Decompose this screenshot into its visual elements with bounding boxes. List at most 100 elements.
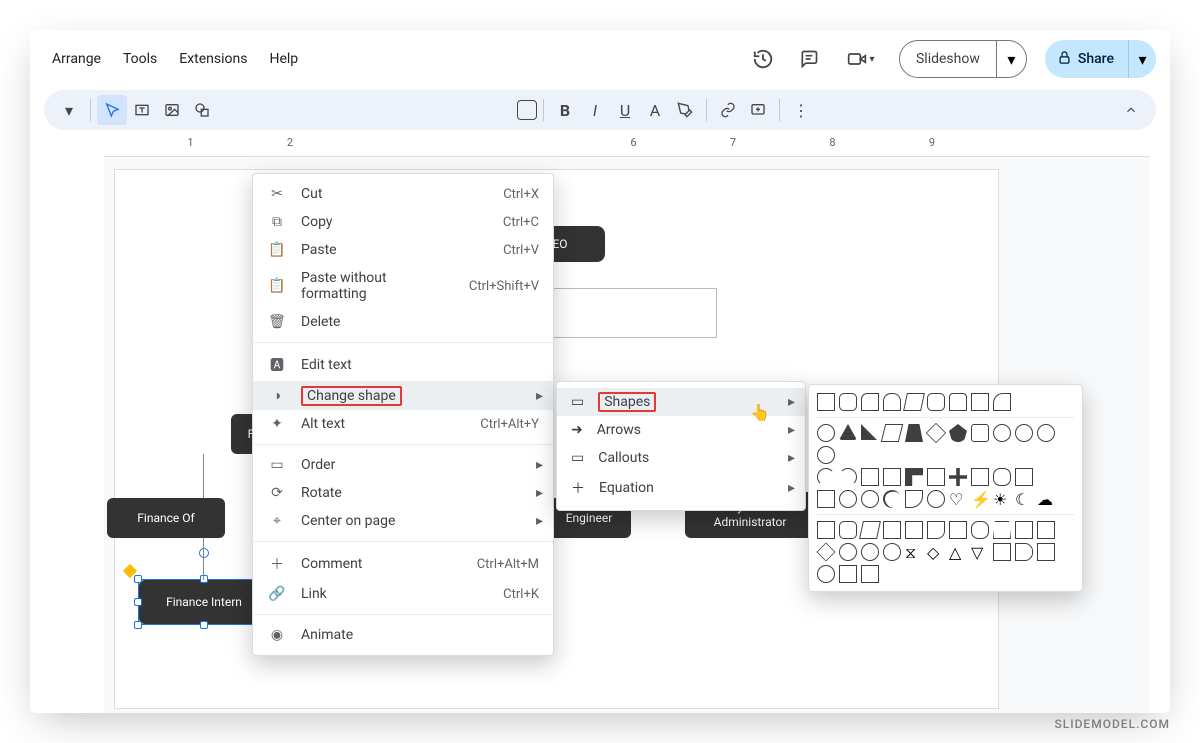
italic-icon[interactable]: I (580, 95, 610, 125)
shape-parallelogram-2[interactable] (881, 424, 903, 442)
slideshow-button[interactable]: Slideshow (900, 41, 996, 77)
shape-flow-connector[interactable] (839, 543, 857, 561)
shape-flow-manual-op[interactable] (993, 521, 1011, 539)
shape-plus[interactable] (949, 468, 967, 486)
ctx-change-shape[interactable]: ◑ Change shape ▸ (253, 381, 553, 410)
bold-icon[interactable]: B (550, 95, 580, 125)
shape-triangle[interactable] (839, 424, 857, 442)
shape-flow-delay[interactable] (1015, 543, 1033, 561)
shape-diamond[interactable] (926, 423, 946, 443)
shape-flow-terminator[interactable] (971, 521, 989, 539)
shape-pentagon[interactable] (949, 424, 967, 442)
ctx-edit-text[interactable]: 🅰 Edit text (253, 349, 553, 381)
more-tools-icon[interactable]: ⋮ (786, 95, 816, 125)
shape-flow-card[interactable] (1015, 521, 1033, 539)
shape-flow-data[interactable] (859, 521, 881, 539)
shape-flow-direct-access[interactable] (839, 565, 857, 583)
shape-dodecagon[interactable] (817, 446, 835, 464)
toolbar-drop-left[interactable]: ▾ (54, 95, 84, 125)
add-comment-icon[interactable] (743, 95, 773, 125)
shape-flow-predefined[interactable] (883, 521, 901, 539)
shape-flow-internal-storage[interactable] (905, 521, 923, 539)
shape-flow-document[interactable] (927, 521, 945, 539)
shape-plaque[interactable] (971, 468, 989, 486)
link-tool-icon[interactable] (713, 95, 743, 125)
submenu-callouts[interactable]: ▭ Callouts ▸ (557, 444, 805, 472)
shape-bevel[interactable] (817, 490, 835, 508)
menu-extensions[interactable]: Extensions (175, 45, 251, 73)
shape-diag-stripe[interactable] (927, 468, 945, 486)
shape-l-shape[interactable] (905, 468, 923, 486)
shape-flow-extract[interactable]: △ (949, 543, 967, 561)
shape-heptagon[interactable] (993, 424, 1011, 442)
shape-flow-multidoc[interactable] (949, 521, 967, 539)
ctx-delete[interactable]: 🗑 Delete (253, 308, 553, 336)
shape-frame[interactable] (861, 468, 879, 486)
ctx-center[interactable]: ⌖ Center on page ▸ (253, 507, 553, 535)
shape-flow-alt-process[interactable] (839, 521, 857, 539)
shape-tool-icon[interactable] (187, 95, 217, 125)
ctx-alt-text[interactable]: ✦ Alt text Ctrl+Alt+Y (253, 410, 553, 438)
share-dropdown[interactable]: ▾ (1128, 40, 1156, 78)
highlight-icon[interactable] (670, 95, 700, 125)
shape-lightning[interactable]: ⚡ (971, 490, 989, 508)
fill-color-icon[interactable] (517, 100, 537, 120)
ctx-animate[interactable]: ◉ Animate (253, 621, 553, 649)
shape-top-round[interactable] (883, 393, 901, 411)
shape-flow-seq-storage[interactable] (1037, 543, 1055, 561)
shape-corner-round[interactable] (993, 393, 1011, 411)
shape-heart[interactable]: ♡ (949, 490, 967, 508)
shape-chord[interactable] (839, 468, 857, 486)
shape-rounded-rect[interactable] (839, 393, 857, 411)
shape-flow-merge[interactable]: ▽ (971, 543, 989, 561)
shape-flow-decision[interactable] (816, 542, 835, 561)
shape-hexagon[interactable] (971, 424, 989, 442)
submenu-equation[interactable]: ＋ Equation ▸ (557, 472, 805, 504)
comments-icon[interactable] (795, 45, 823, 73)
shape-snip-corner[interactable] (861, 393, 879, 411)
shape-half-round[interactable] (949, 393, 967, 411)
ctx-link[interactable]: 🔗 Link Ctrl+K (253, 580, 553, 608)
shape-half-frame[interactable] (883, 468, 901, 486)
node-finance-officer[interactable]: Finance Of (107, 498, 225, 538)
slideshow-dropdown[interactable]: ▾ (996, 41, 1026, 77)
shape-smiley[interactable] (927, 490, 945, 508)
shape-donut[interactable] (839, 490, 857, 508)
shape-circle[interactable] (817, 424, 835, 442)
shape-flow-summing[interactable] (861, 543, 879, 561)
menu-arrange[interactable]: Arrange (48, 45, 105, 73)
ctx-rotate[interactable]: ⟳ Rotate ▸ (253, 479, 553, 507)
meet-icon[interactable]: ▾ (841, 45, 881, 73)
text-color-icon[interactable]: A (640, 95, 670, 125)
shape-arc[interactable] (880, 487, 903, 510)
shape-pie[interactable] (817, 468, 835, 486)
shape-octagon[interactable] (1015, 424, 1033, 442)
ctx-comment[interactable]: ＋ Comment Ctrl+Alt+M (253, 548, 553, 580)
shape-parallelogram[interactable] (903, 393, 925, 411)
select-tool-icon[interactable] (97, 95, 127, 125)
shape-trapezoid[interactable] (905, 424, 923, 442)
shape-rect-2[interactable] (971, 393, 989, 411)
shape-flow-tape[interactable] (1037, 521, 1055, 539)
node-finance-intern[interactable]: Finance Intern (139, 580, 269, 624)
share-button[interactable]: Share (1045, 40, 1128, 78)
ctx-paste-without-formatting[interactable]: 📋 Paste without formatting Ctrl+Shift+V (253, 264, 553, 308)
shape-flow-sort[interactable]: ◇ (927, 543, 945, 561)
shape-rectangle[interactable] (817, 393, 835, 411)
shape-moon[interactable]: ☾ (1015, 490, 1033, 508)
shape-right-triangle[interactable] (861, 424, 879, 442)
shape-flow-magnetic-disk[interactable] (817, 565, 835, 583)
shape-flow-display[interactable] (861, 565, 879, 583)
shape-sun[interactable]: ☀ (993, 490, 1011, 508)
shape-folded-corner[interactable] (905, 490, 923, 508)
shape-flow-process[interactable] (817, 521, 835, 539)
menu-help[interactable]: Help (265, 45, 302, 73)
ctx-copy[interactable]: ⧉ Copy Ctrl+C (253, 208, 553, 236)
image-tool-icon[interactable] (157, 95, 187, 125)
shape-flow-stored-data[interactable] (993, 543, 1011, 561)
shape-rounded[interactable] (927, 393, 945, 411)
shape-cube[interactable] (1015, 468, 1033, 486)
menu-tools[interactable]: Tools (119, 45, 161, 73)
ctx-cut[interactable]: ✂ Cut Ctrl+X (253, 180, 553, 208)
ctx-paste[interactable]: 📋 Paste Ctrl+V (253, 236, 553, 264)
